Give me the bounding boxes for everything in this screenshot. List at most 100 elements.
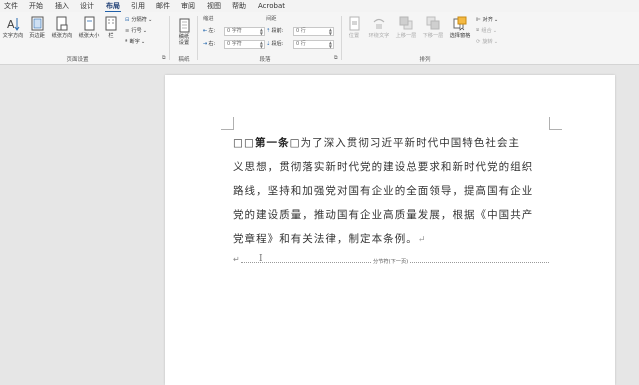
selection-pane-icon [453,16,467,31]
spin-arrows-icon[interactable]: ▲ ▼ [329,41,332,49]
send-backward-icon [426,16,440,30]
text-line: 党的建设质量，推动国有企业高质量发展，根据《中国共产 [233,209,534,221]
hyphenation-button[interactable]: ª 断字 ⌄ [125,38,145,46]
text-line-content: 党章程》和有关法律，制定本条例。 [233,233,418,245]
line-numbers-button[interactable]: ≡ 行号 ⌄ [125,27,148,35]
article-heading: 第一条 [254,137,290,149]
chevron-down-icon: ⌄ [493,38,499,45]
placeholder-box: □ [233,137,244,149]
columns-button[interactable]: 栏 [104,16,118,39]
rotate-button[interactable]: ⟳ 旋转 ⌄ [476,38,499,46]
spacing-after-row: ⇣ 段后: [266,40,284,48]
breaks-button[interactable]: ⊟ 分隔符 ⌄ [125,16,153,24]
paragraph-group-label: 段落 [259,57,271,63]
text-direction-label: 文字方向 [2,33,24,39]
indent-left-label: 左: [208,28,216,34]
manuscript-settings-label: 稿纸设置 [178,34,190,46]
wrap-text-label: 环绕文字 [368,33,390,39]
tab-references[interactable]: 引用 [131,0,145,12]
menu-bar: 文件 开始 插入 设计 布局 引用 邮件 审阅 视图 帮助 Acrobat [0,0,639,12]
page-setup-group-label: 页面设置 [66,57,89,63]
chevron-down-icon: ⌄ [147,16,153,23]
breaks-label: 分隔符 [131,17,147,23]
spacing-after-input[interactable]: 0 行 ▲ ▼ [293,40,334,49]
selection-pane-label: 选择窗格 [449,33,471,39]
spin-arrows-icon[interactable]: ▲ ▼ [260,28,263,36]
position-icon [349,16,359,31]
paragraph-launcher-icon[interactable]: ⧉ [334,55,338,61]
paragraph-mark-icon: ↵ [417,235,427,245]
bring-forward-label: 上移一层 [395,33,417,39]
indent-right-row: ⇥ 右: [203,40,216,48]
indent-right-label: 右: [208,41,216,47]
tab-review[interactable]: 审阅 [181,0,195,12]
margins-icon [31,16,43,31]
indent-header: 缩进 [203,16,214,22]
chevron-down-icon: ⌄ [493,16,499,23]
tab-insert[interactable]: 插入 [55,0,69,12]
send-backward-button[interactable]: 下移一层 [420,16,446,39]
spin-arrows-icon[interactable]: ▲ ▼ [329,28,332,36]
bring-forward-button[interactable]: 上移一层 [393,16,419,39]
text-line: □□第一条□为了深入贯彻习近平新时代中国特色社会主 [233,131,553,155]
paper-size-icon [84,16,94,31]
rotate-icon: ⟳ [476,38,481,45]
position-button[interactable]: 位置 [344,16,364,39]
placeholder-box: □ [243,137,255,149]
manuscript-settings-button[interactable]: 稿纸设置 [173,18,195,46]
size-label: 纸张大小 [78,33,100,39]
tab-view[interactable]: 视图 [207,0,221,12]
size-button[interactable]: 纸张大小 [77,16,101,39]
align-button[interactable]: ⊫ 对齐 ⌄ [476,16,499,24]
breaks-icon: ⊟ [125,16,130,23]
margins-button[interactable]: 页边距 [27,16,47,39]
align-icon: ⊫ [476,16,481,23]
text-line: 路线，坚持和加强党对国有企业的全面领导，提高国有企业 [233,185,534,197]
margins-label: 页边距 [29,33,45,39]
spacing-before-icon: ⇡ [266,27,271,34]
page-setup-launcher-icon[interactable]: ⧉ [162,55,166,61]
spin-arrows-icon[interactable]: ▲ ▼ [260,41,263,49]
orientation-label: 纸张方向 [51,33,73,39]
tab-design[interactable]: 设计 [80,0,94,12]
tab-home[interactable]: 开始 [29,0,43,12]
tab-layout[interactable]: 布局 [105,0,121,12]
spacing-before-input[interactable]: 0 行 ▲ ▼ [293,27,334,36]
arrange-group-label: 排列 [419,57,431,63]
group-separator [169,16,170,60]
text-direction-button[interactable]: A 文字方向 [2,16,24,39]
tab-help[interactable]: 帮助 [232,0,246,12]
wrap-text-button[interactable]: 环绕文字 [366,16,392,39]
document-body[interactable]: □□第一条□为了深入贯彻习近平新时代中国特色社会主 义思想，贯彻落实新时代党的建… [233,131,553,252]
group-objects-label: 组合 [481,28,492,34]
spacing-after-label: 段后: [271,41,284,47]
tab-acrobat[interactable]: Acrobat [258,0,285,12]
send-backward-label: 下移一层 [422,33,444,39]
position-label: 位置 [348,33,360,39]
chevron-down-icon: ⌄ [142,27,148,34]
manuscript-paper-icon [179,18,189,33]
spacing-before-row: ⇡ 段前: [266,27,283,35]
text-line-content: 为了深入贯彻习近平新时代中国特色社会主 [300,137,521,149]
spacing-header: 间距 [266,16,277,22]
orientation-button[interactable]: 纸张方向 [50,16,74,39]
section-break-label: 分节符(下一页) [372,258,410,265]
margin-corner-top-left [221,117,234,130]
chevron-down-icon: ⌄ [492,27,498,34]
margin-corner-top-right [549,117,562,130]
indent-right-value: 0 字符 [227,41,242,47]
group-objects-button[interactable]: ⧈ 组合 ⌄ [476,27,497,34]
indent-right-input[interactable]: 0 字符 ▲ ▼ [224,40,265,49]
text-direction-icon: A [7,18,20,31]
text-line: 党章程》和有关法律，制定本条例。↵ [233,227,553,252]
selection-pane-button[interactable]: 选择窗格 [447,16,473,39]
hyphenation-label: 断字 [129,39,140,45]
tab-file[interactable]: 文件 [4,0,18,12]
orientation-icon [56,16,68,31]
spacing-before-value: 0 行 [296,28,306,34]
indent-left-input[interactable]: 0 字符 ▲ ▼ [224,27,265,36]
line-numbers-icon: ≡ [125,27,130,34]
placeholder-box: □ [289,137,301,149]
tab-mailings[interactable]: 邮件 [156,0,170,12]
indent-right-icon: ⇥ [203,40,208,47]
